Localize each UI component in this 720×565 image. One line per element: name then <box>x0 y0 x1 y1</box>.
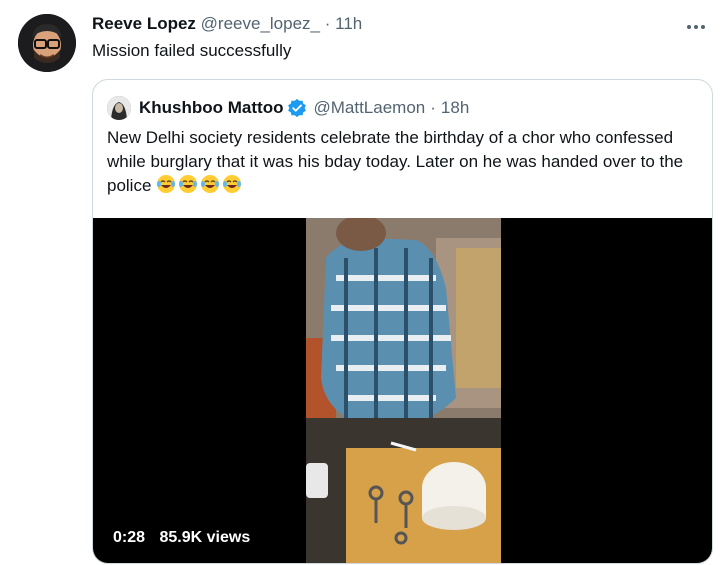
tweet-timestamp[interactable]: 11h <box>335 14 362 33</box>
quoted-author-avatar[interactable] <box>107 96 131 120</box>
quoted-tweet[interactable]: Khushboo Mattoo @MattLaemon · 18h New De… <box>92 79 713 564</box>
quoted-tweet-timestamp[interactable]: 18h <box>441 98 469 118</box>
video-player[interactable]: 0:28 85.9K views <box>93 218 712 563</box>
quoted-tweet-header: Khushboo Mattoo @MattLaemon · 18h <box>107 96 469 120</box>
emoji-row <box>156 174 244 195</box>
quoted-author-handle[interactable]: @MattLaemon <box>313 98 425 118</box>
author-handle[interactable]: @reeve_lopez_ <box>201 14 320 33</box>
tweet-card[interactable]: Reeve Lopez @reeve_lopez_ · 11h Mission … <box>0 0 720 565</box>
face-with-tears-of-joy-icon <box>200 174 220 194</box>
video-frame[interactable] <box>306 218 501 563</box>
author-name[interactable]: Reeve Lopez <box>92 14 196 33</box>
tweet-text: Mission failed successfully <box>92 41 292 60</box>
separator-dot: · <box>430 98 436 117</box>
video-stats: 0:28 85.9K views <box>113 529 260 547</box>
more-icon[interactable] <box>686 14 706 34</box>
video-duration: 0:28 <box>113 529 146 546</box>
separator-dot: · <box>324 14 331 33</box>
tweet-header: Reeve Lopez @reeve_lopez_ · 11h <box>92 14 362 34</box>
face-with-tears-of-joy-icon <box>222 174 242 194</box>
quoted-tweet-text: New Delhi society residents celebrate th… <box>107 126 702 198</box>
quoted-author-name[interactable]: Khushboo Mattoo <box>139 98 283 118</box>
video-views: 85.9K views <box>159 529 251 546</box>
face-with-tears-of-joy-icon <box>178 174 198 194</box>
author-avatar[interactable] <box>18 14 76 72</box>
face-with-tears-of-joy-icon <box>156 174 176 194</box>
verified-badge-icon <box>287 98 307 118</box>
